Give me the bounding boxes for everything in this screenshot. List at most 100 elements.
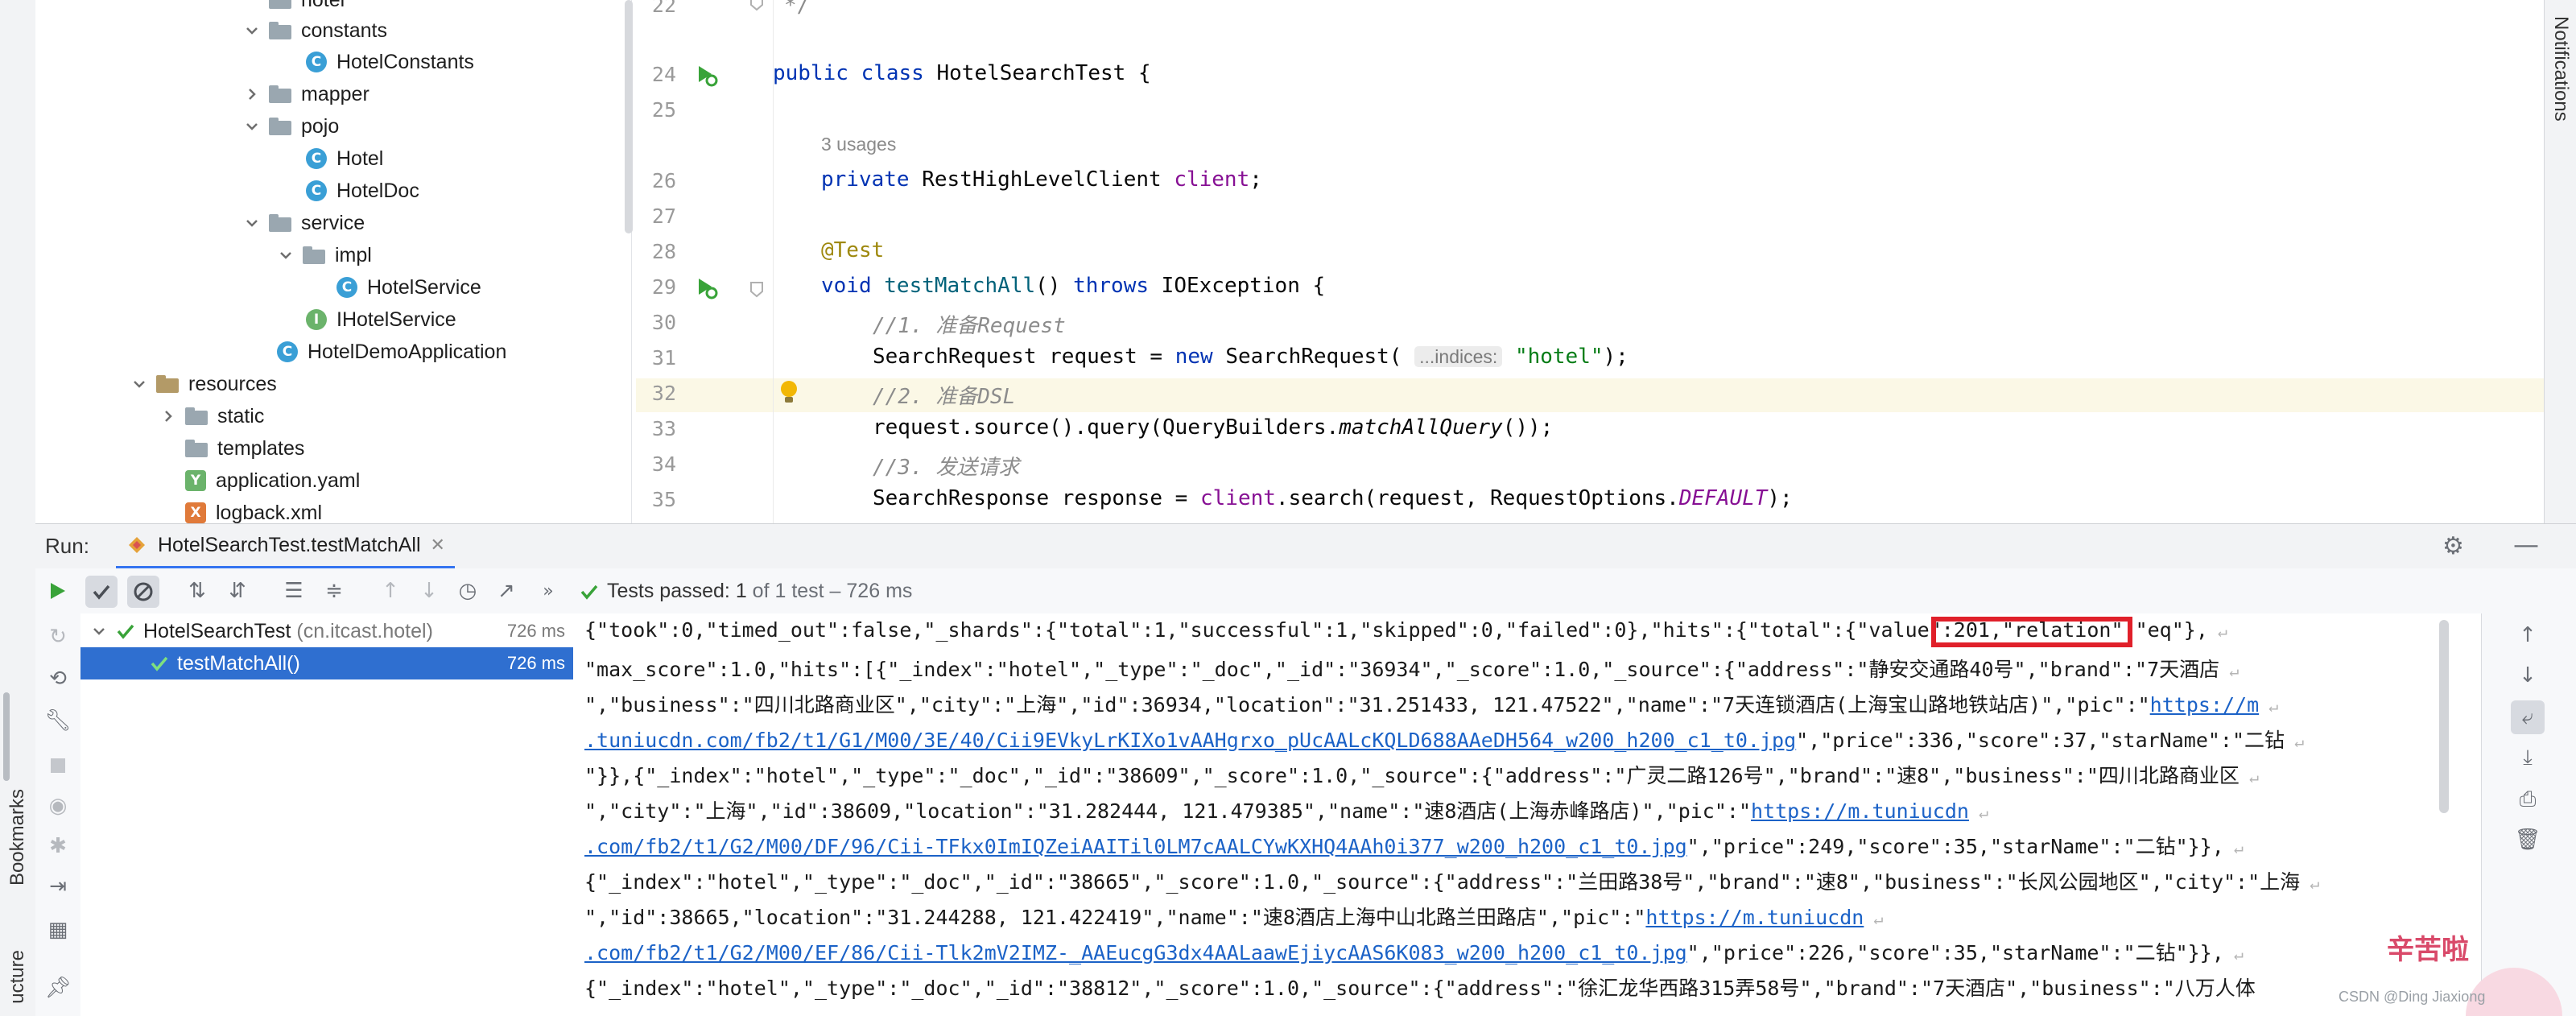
code-text: ; [1249,167,1262,192]
tree-item-hotel[interactable]: hotel [269,0,345,16]
project-tree: hotel constants C HotelConstants mapper p… [35,0,632,525]
show-ignored-icon[interactable] [127,576,159,608]
more-icon[interactable]: » [535,577,562,605]
tree-item-service[interactable]: service [243,207,365,239]
scroll-up-icon[interactable]: ↑ [2514,622,2541,649]
rerun-failed-icon[interactable]: ↻ [44,623,72,650]
debug-icon[interactable]: ✱ [44,832,72,860]
code-text: SearchRequest request = [873,345,1175,369]
stop-icon[interactable] [44,752,72,779]
minimize-icon[interactable]: — [2513,529,2539,560]
collapse-all-icon[interactable]: ≑ [320,577,348,605]
tree-item-ihotelservice[interactable]: I IHotelService [306,304,456,336]
console-text: ","id":38665,"location":"31.244288, 121.… [584,906,1646,929]
console-line: .tuniucdn.com/fb2/t1/G1/M00/3E/40/Cii9EV… [584,725,2304,754]
tree-item-logback-xml[interactable]: Xlogback.xml [185,497,322,525]
code-text: () [1035,274,1074,298]
code-keyword: public class [773,61,937,85]
chevron-down-icon[interactable] [90,622,108,640]
status-count: 1 [735,580,747,602]
run-class-gutter-icon[interactable] [694,63,718,90]
close-tab-icon[interactable]: ✕ [431,535,445,555]
tree-item-application-yaml[interactable]: Yapplication.yaml [185,465,360,497]
chevron-right-icon[interactable] [159,407,177,425]
fold-icon[interactable] [749,280,765,301]
folder-icon [185,407,208,425]
sort-alphabetically-icon[interactable]: ⇅ [184,577,211,605]
pin-icon[interactable]: 📌︎ [44,974,72,1002]
console-link[interactable]: https://m.tuniucdn [1751,799,1969,823]
tree-item-templates[interactable]: templates [185,432,304,465]
previous-failed-icon[interactable]: ↑ [377,577,404,605]
code-text: .search(request, RequestOptions. [1275,486,1679,510]
tree-item-static[interactable]: static [159,400,264,432]
show-passed-icon[interactable] [85,576,118,608]
gear-icon[interactable]: ⚙ [2442,532,2464,560]
fold-icon[interactable] [749,0,765,14]
import-tests-icon[interactable]: ↗ [493,577,520,605]
next-failed-icon[interactable]: ↓ [415,577,443,605]
sort-by-duration-icon[interactable]: ⇵ [224,577,251,605]
code-static-method: matchAllQuery [1339,415,1503,440]
structure-tab[interactable]: ucture [6,950,29,1004]
layout-icon[interactable]: ▦ [44,916,72,944]
tree-item-hotel-class[interactable]: C Hotel [306,142,383,175]
chevron-down-icon[interactable] [243,22,261,39]
folder-icon [303,246,325,264]
tree-item-impl[interactable]: impl [277,239,372,271]
history-icon[interactable]: ◷ [454,577,481,605]
console-line: {"_index":"hotel","_type":"_doc","_id":"… [584,866,2319,895]
tree-item-constants[interactable]: constants [243,14,387,47]
exit-icon[interactable]: ⇥ [44,873,72,900]
code-text: SearchRequest( [1225,345,1402,369]
tree-scrollbar[interactable] [625,0,633,233]
wrench-icon[interactable]: 🔧︎ [44,707,72,734]
chevron-down-icon[interactable] [130,375,148,393]
console-text: {"_index":"hotel","_type":"_doc","_id":"… [584,977,2256,1000]
tree-item-hoteldoc[interactable]: C HotelDoc [306,175,419,207]
run-test-gutter-icon[interactable] [694,275,718,303]
code-keyword: throws [1073,274,1162,298]
tab-run-config[interactable]: HotelSearchTest.testMatchAll ✕ [116,524,455,569]
notifications-tab[interactable]: Notifications [2549,16,2572,122]
tests-status: Tests passed: 1 of 1 test – 726 ms [580,580,912,603]
tree-item-pojo[interactable]: pojo [243,110,339,142]
usages-hint[interactable]: 3 usages [821,134,896,155]
console-link[interactable]: .com/fb2/t1/G2/M00/EF/86/Cii-Tlk2mV2IMZ-… [584,941,1687,964]
tree-item-hotelconstants[interactable]: C HotelConstants [306,46,474,78]
chevron-down-icon[interactable] [243,118,261,135]
code-line-35: SearchResponse response = client.search(… [873,486,1793,510]
stripe-resize-handle[interactable] [3,692,10,781]
console-link[interactable]: https://m.tuniucdn [1645,906,1864,929]
class-icon: C [306,52,327,72]
chevron-right-icon[interactable] [243,85,261,103]
rerun-icon[interactable] [43,577,71,605]
scroll-to-end-icon[interactable]: ⤓ [2514,744,2541,771]
chevron-down-icon[interactable] [243,214,261,232]
toggle-auto-test-icon[interactable]: ⟲ [44,665,72,692]
console-link[interactable]: .com/fb2/t1/G2/M00/DF/96/Cii-TFkx0ImIQZe… [584,835,1687,858]
tree-item-resources[interactable]: resources [130,368,277,400]
tree-item-hotelservice[interactable]: C HotelService [336,271,481,304]
console-link[interactable]: https://m [2150,693,2259,717]
tree-item-hoteldemoapplication[interactable]: C HotelDemoApplication [277,336,506,368]
test-suite-package: (cn.itcast.hotel) [296,619,433,642]
chevron-down-icon[interactable] [277,246,295,264]
scroll-down-icon[interactable]: ↓ [2514,662,2541,689]
bookmarks-tab[interactable]: Bookmarks [6,789,29,886]
print-icon[interactable]: ⎙ [2514,786,2541,813]
parameter-hint: ...indices: [1414,346,1503,367]
expand-all-icon[interactable]: ☰ [280,577,308,605]
test-case-time: 726 ms [506,653,565,673]
test-case-row[interactable]: testMatchAll() 726 ms [80,647,573,679]
console-output[interactable]: {"took":0,"timed_out":false,"_shards":{"… [573,613,2481,1016]
soft-wrap-toggle-icon[interactable]: ⤶ [2511,700,2545,734]
console-scrollbar[interactable] [2439,620,2449,813]
trash-icon[interactable]: 🗑︎ [2514,826,2541,853]
code-editor[interactable]: */ public class HotelSearchTest { 3 usag… [773,0,2544,523]
test-suite-row[interactable]: HotelSearchTest (cn.itcast.hotel) 726 ms [80,615,573,647]
tree-item-mapper[interactable]: mapper [243,78,369,110]
console-line: "}},{"_index":"hotel","_type":"_doc","_i… [584,760,2259,789]
console-link[interactable]: .tuniucdn.com/fb2/t1/G1/M00/3E/40/Cii9EV… [584,729,1796,752]
camera-icon[interactable]: ◉ [44,792,72,820]
